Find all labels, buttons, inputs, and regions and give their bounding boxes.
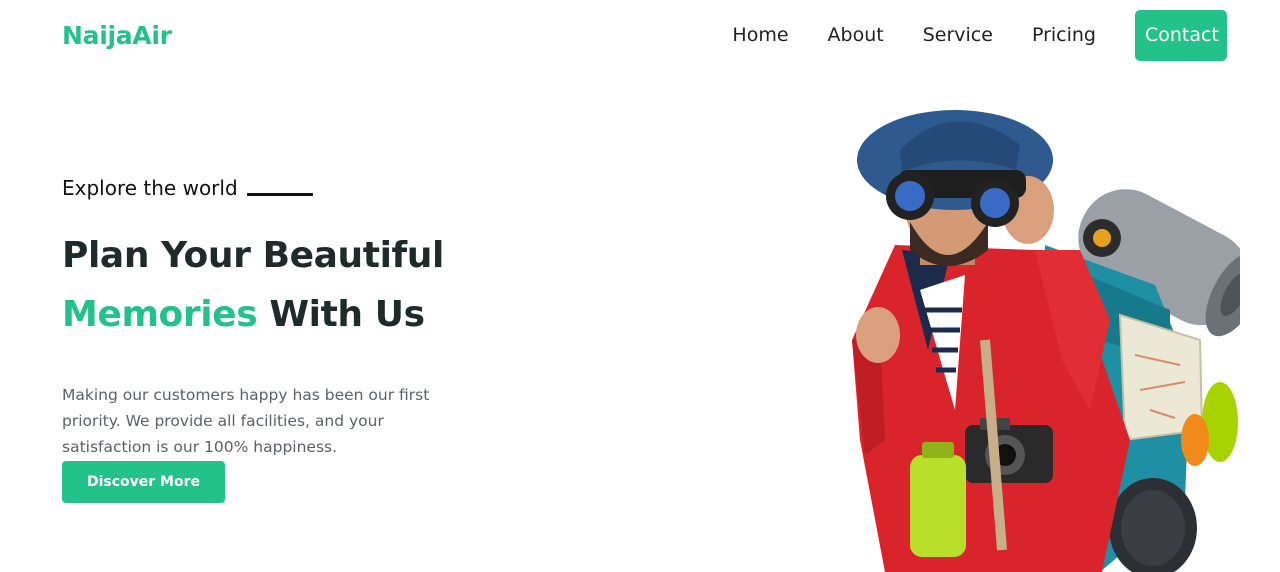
hero-description: Making our customers happy has been our …	[62, 385, 430, 456]
discover-more-button[interactable]: Discover More	[62, 461, 225, 503]
hero-headline: Plan Your Beautiful Memories With Us	[62, 226, 444, 344]
nav-home-link[interactable]: Home	[732, 10, 788, 61]
brand-logo[interactable]: NaijaAir	[62, 19, 172, 53]
contact-button[interactable]: Contact	[1135, 10, 1227, 61]
hero-image	[852, 110, 1240, 572]
headline-rest: With Us	[257, 294, 425, 335]
nav-about-link[interactable]: About	[828, 10, 884, 61]
main-nav: Home About Service Pricing Contact	[732, 10, 1227, 61]
hero-eyebrow: Explore the world	[62, 176, 313, 200]
eyebrow-text: Explore the world	[62, 176, 238, 200]
headline-line-1: Plan Your Beautiful	[62, 235, 444, 276]
nav-pricing-link[interactable]: Pricing	[1032, 10, 1096, 61]
eyebrow-underline	[246, 192, 313, 196]
headline-accent: Memories	[62, 294, 258, 335]
nav-service-link[interactable]: Service	[923, 10, 993, 61]
